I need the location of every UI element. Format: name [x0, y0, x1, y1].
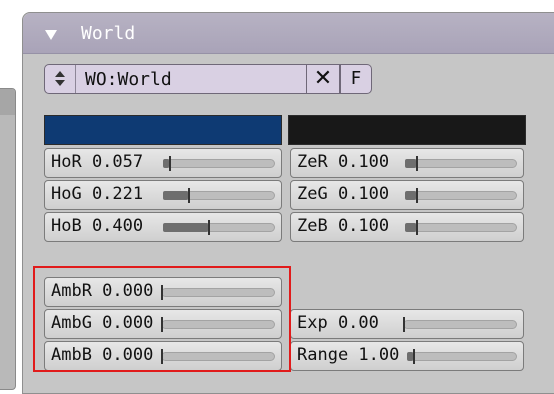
exposure-slider[interactable]: Exp 0.00 — [290, 309, 524, 339]
horizon-blue-slider[interactable]: HoB 0.400 — [44, 212, 282, 242]
slider-label: Exp 0.00 — [297, 313, 379, 333]
slider-handle[interactable] — [416, 220, 419, 235]
slider-handle[interactable] — [169, 156, 172, 171]
zenith-red-slider[interactable]: ZeR 0.100 — [290, 148, 524, 178]
unlink-button[interactable]: ✕ — [306, 64, 340, 94]
slider-handle[interactable] — [187, 188, 190, 203]
slider-handle[interactable] — [412, 349, 415, 364]
ambient-highlight-box — [33, 266, 291, 372]
slider-label: ZeB 0.100 — [297, 216, 390, 236]
slider-label: HoR 0.057 — [51, 152, 144, 172]
horizon-green-slider[interactable]: HoG 0.221 — [44, 180, 282, 210]
zenith-green-slider[interactable]: ZeG 0.100 — [290, 180, 524, 210]
browse-dropdown-icon[interactable] — [45, 65, 76, 93]
slider-handle[interactable] — [403, 317, 405, 332]
slider-handle[interactable] — [416, 156, 419, 171]
slider-label: ZeR 0.100 — [297, 152, 390, 172]
slider-label: HoG 0.221 — [51, 184, 144, 204]
slider-handle[interactable] — [416, 188, 419, 203]
horizon-red-slider[interactable]: HoR 0.057 — [44, 148, 282, 178]
adjacent-panel — [0, 88, 16, 390]
slider-label: Range 1.00 — [297, 345, 400, 365]
zenith-blue-slider[interactable]: ZeB 0.100 — [290, 212, 524, 242]
world-datablock-selector[interactable]: WO:World — [44, 64, 338, 94]
slider-handle[interactable] — [207, 220, 210, 235]
panel-title: World — [81, 23, 136, 44]
collapse-triangle-icon[interactable] — [45, 30, 57, 40]
slider-label: HoB 0.400 — [51, 216, 144, 236]
fake-user-button[interactable]: F — [340, 64, 372, 94]
zenith-color-swatch[interactable] — [288, 115, 526, 145]
slider-label: ZeG 0.100 — [297, 184, 390, 204]
datablock-name-field[interactable]: WO:World — [85, 69, 172, 90]
range-slider[interactable]: Range 1.00 — [290, 341, 524, 371]
panel-header[interactable]: World — [23, 13, 554, 54]
adjacent-panel-header — [0, 89, 15, 115]
horizon-color-swatch[interactable] — [44, 115, 282, 145]
